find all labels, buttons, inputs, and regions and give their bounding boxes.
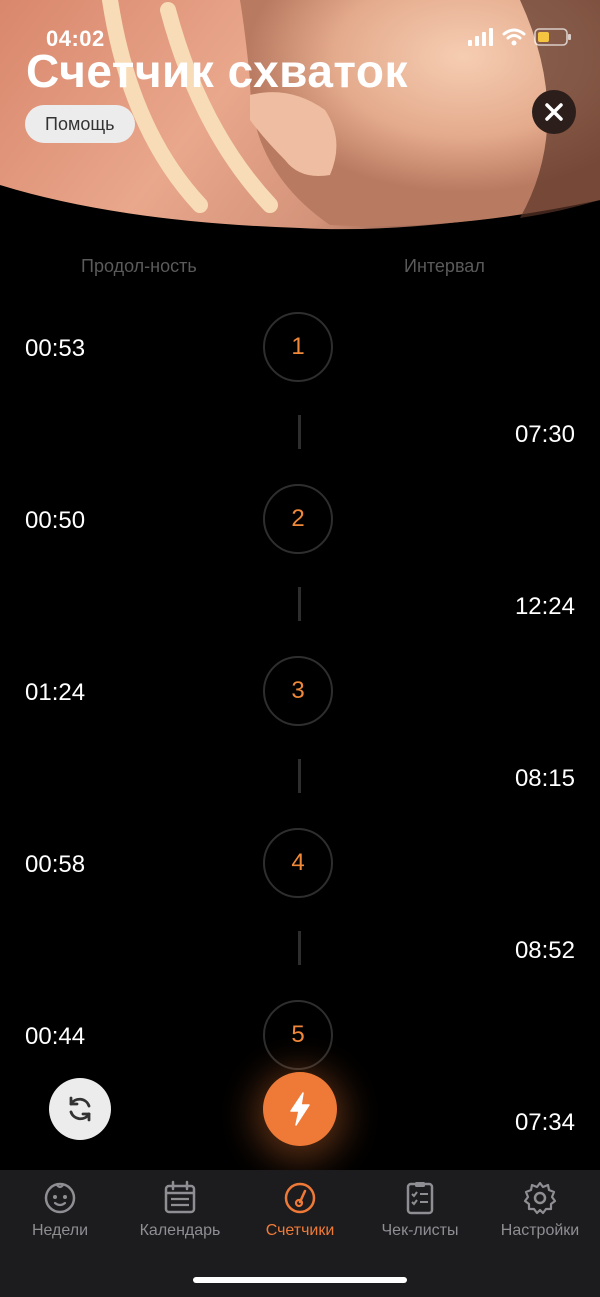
- timeline-connector: [298, 415, 301, 449]
- tab-weeks[interactable]: Недели: [0, 1180, 120, 1240]
- timeline-connector: [298, 931, 301, 965]
- interval-value: 07:30: [514, 421, 575, 448]
- contraction-number[interactable]: 2: [263, 484, 333, 554]
- duration-value: 00:50: [25, 507, 86, 534]
- tab-calendar[interactable]: Календарь: [120, 1180, 240, 1240]
- signal-icon: [468, 28, 493, 46]
- interval-value: 07:34: [514, 1109, 575, 1136]
- interval-value: 08:52: [514, 937, 575, 964]
- contraction-number[interactable]: 5: [263, 1000, 333, 1070]
- close-icon: [545, 103, 563, 121]
- tab-label: Чек-листы: [381, 1222, 459, 1239]
- duration-value: 01:24: [25, 679, 86, 706]
- tab-settings[interactable]: Настройки: [480, 1180, 600, 1240]
- duration-column-header: Продол-ность: [81, 256, 197, 276]
- tab-label: Счетчики: [265, 1222, 335, 1239]
- refresh-icon: [69, 1096, 91, 1122]
- tab-checklists[interactable]: Чек-листы: [360, 1180, 480, 1240]
- duration-value: 00:58: [25, 851, 86, 878]
- home-indicator: [193, 1277, 407, 1283]
- contraction-number[interactable]: 4: [263, 828, 333, 898]
- contraction-number[interactable]: 3: [263, 656, 333, 726]
- lightning-icon: [290, 1092, 310, 1126]
- duration-value: 00:53: [25, 335, 86, 362]
- battery-icon: [534, 28, 571, 46]
- wifi-icon: [502, 28, 526, 46]
- header-banner: 04:02 Счетчик схваток Помощь: [0, 0, 600, 235]
- baby-face-icon: [44, 1182, 76, 1214]
- interval-column-header: Интервал: [404, 256, 485, 276]
- gear-icon: [523, 1181, 557, 1215]
- reset-button[interactable]: [49, 1078, 111, 1140]
- contraction-number[interactable]: 1: [263, 312, 333, 382]
- checklist-icon: [406, 1182, 434, 1215]
- timeline-connector: [298, 587, 301, 621]
- start-contraction-button[interactable]: [263, 1072, 337, 1146]
- duration-value: 00:44: [25, 1023, 86, 1050]
- tab-label: Настройки: [500, 1222, 580, 1239]
- tab-label: Недели: [31, 1222, 89, 1239]
- tab-counters[interactable]: Счетчики: [240, 1180, 360, 1240]
- calendar-icon: [164, 1180, 196, 1214]
- gauge-icon: [284, 1182, 316, 1214]
- close-button[interactable]: [532, 90, 576, 134]
- help-button[interactable]: Помощь: [25, 105, 135, 143]
- timeline-connector: [298, 759, 301, 793]
- page-title: Счетчик схваток: [26, 45, 408, 97]
- interval-value: 08:15: [514, 765, 575, 792]
- tab-label: Календарь: [139, 1222, 221, 1239]
- interval-value: 12:24: [514, 593, 575, 620]
